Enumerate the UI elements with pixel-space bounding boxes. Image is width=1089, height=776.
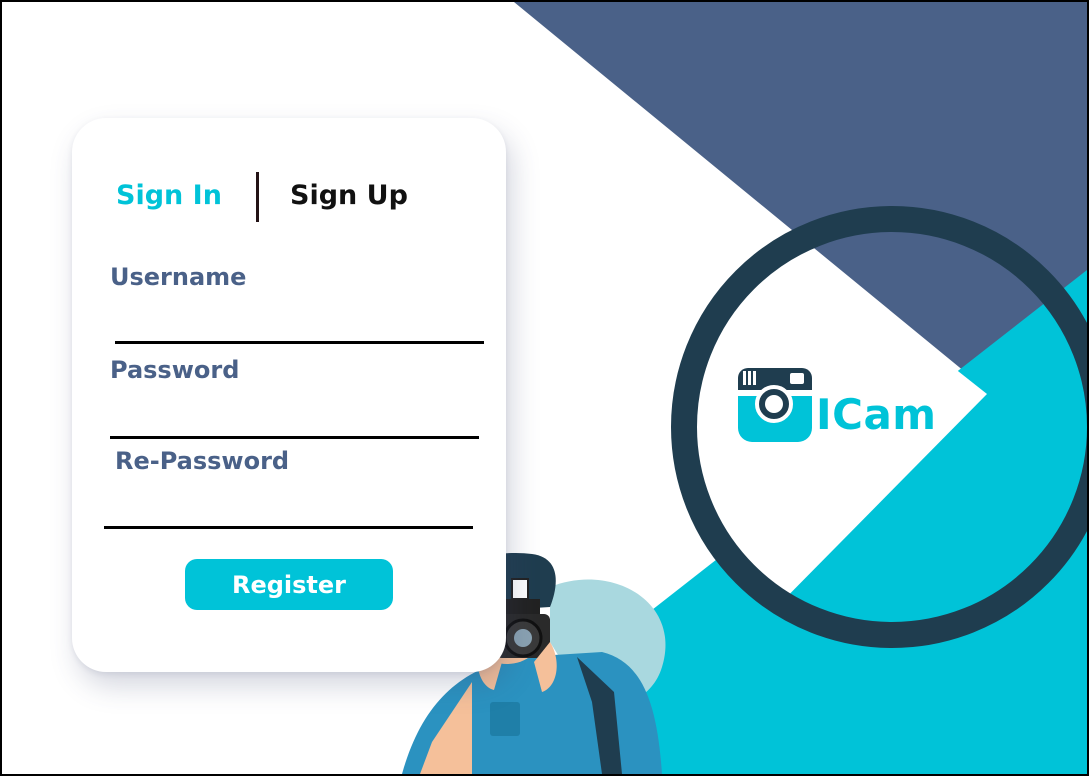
tab-sign-in[interactable]: Sign In [116, 180, 222, 211]
username-label: Username [110, 263, 247, 291]
page-frame: Sign In Sign Up Username Password Re-Pas… [0, 0, 1089, 776]
password-label: Password [110, 356, 240, 384]
password-field[interactable] [110, 405, 479, 439]
tab-sign-up[interactable]: Sign Up [290, 180, 408, 211]
brand-name: ICam [816, 390, 937, 439]
tab-divider [256, 172, 259, 222]
register-card: Sign In Sign Up Username Password Re-Pas… [72, 118, 506, 672]
camera-icon [738, 368, 812, 442]
repassword-field[interactable] [104, 495, 473, 529]
register-button[interactable]: Register [185, 559, 393, 610]
username-field[interactable] [115, 310, 484, 344]
repassword-label: Re-Password [115, 447, 290, 475]
